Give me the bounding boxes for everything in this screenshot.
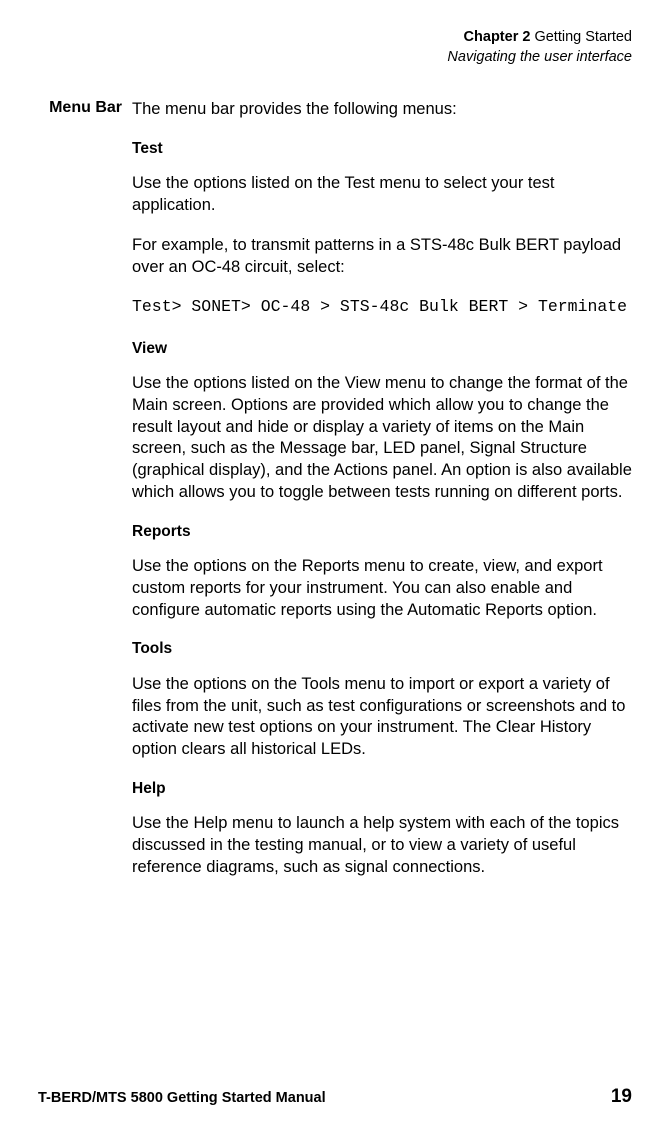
test-code-path: Test> SONET> OC-48 > STS-48c Bulk BERT >… [132, 296, 632, 318]
help-paragraph-1: Use the Help menu to launch a help syste… [132, 813, 632, 878]
main-content: Menu Bar The menu bar provides the follo… [38, 99, 632, 897]
section-heading-reports: Reports [132, 522, 632, 542]
body-content: The menu bar provides the following menu… [132, 99, 632, 897]
section-heading-help: Help [132, 779, 632, 799]
tools-paragraph-1: Use the options on the Tools menu to imp… [132, 674, 632, 761]
test-paragraph-1: Use the options listed on the Test menu … [132, 173, 632, 217]
test-paragraph-2: For example, to transmit patterns in a S… [132, 235, 632, 279]
view-paragraph-1: Use the options listed on the View menu … [132, 373, 632, 504]
intro-paragraph: The menu bar provides the following menu… [132, 99, 632, 121]
header-subtitle: Navigating the user interface [38, 48, 632, 68]
footer-manual-title: T-BERD/MTS 5800 Getting Started Manual [38, 1090, 326, 1106]
header-chapter-line: Chapter 2 Getting Started [38, 28, 632, 48]
page-footer: T-BERD/MTS 5800 Getting Started Manual 1… [38, 1086, 632, 1108]
section-heading-tools: Tools [132, 639, 632, 659]
side-heading-menu-bar: Menu Bar [38, 99, 132, 117]
chapter-label: Chapter 2 [464, 29, 531, 45]
chapter-title: Getting Started [534, 29, 632, 45]
section-heading-view: View [132, 339, 632, 359]
reports-paragraph-1: Use the options on the Reports menu to c… [132, 556, 632, 621]
section-heading-test: Test [132, 139, 632, 159]
page-header: Chapter 2 Getting Started Navigating the… [38, 28, 632, 67]
footer-page-number: 19 [611, 1086, 632, 1108]
